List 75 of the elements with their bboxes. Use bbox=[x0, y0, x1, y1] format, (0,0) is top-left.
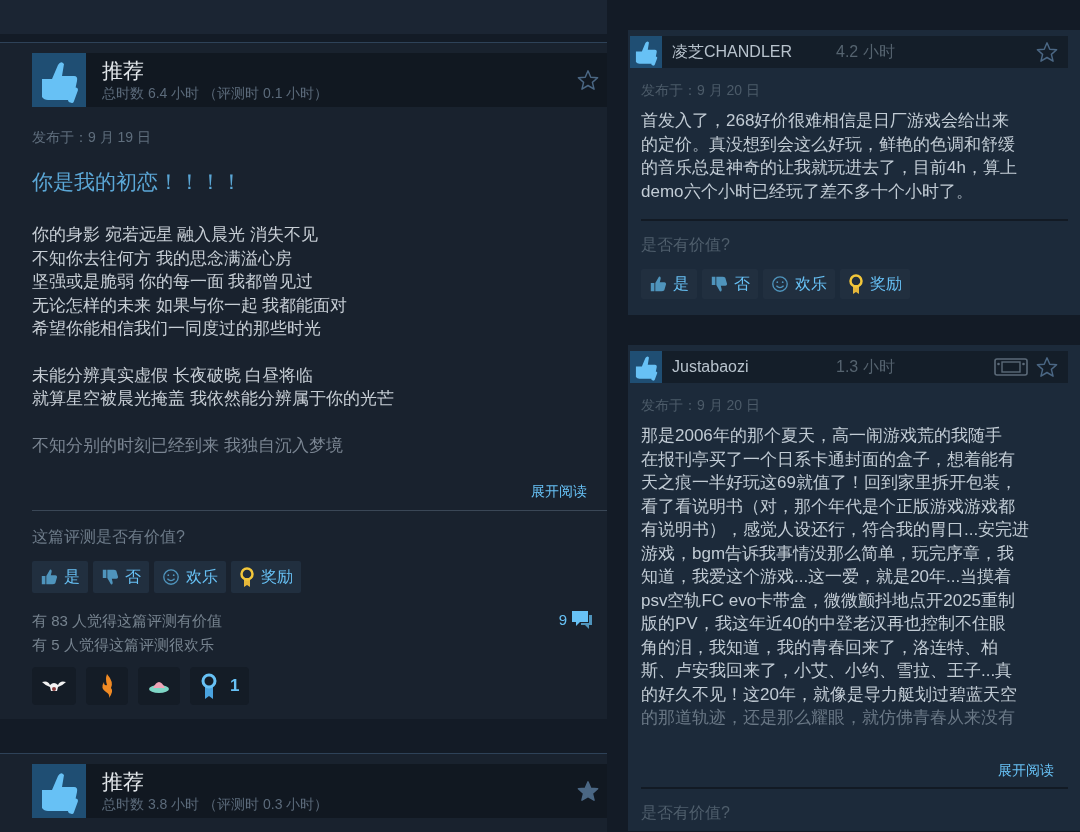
stats-text: 有 83 人觉得这篇评测有价值 bbox=[32, 611, 224, 631]
author-name[interactable]: 凌芝CHANDLER bbox=[672, 40, 836, 64]
vote-button[interactable]: 是 bbox=[641, 269, 697, 299]
vote-button[interactable]: 欢乐 bbox=[763, 269, 835, 299]
smiley-icon bbox=[771, 275, 789, 293]
review-text: 天之痕一半好玩这69就值了！回到家里拆开包装， bbox=[641, 472, 1018, 494]
playtime-text: 总时数 6.4 小时 （评测时 0.1 小时） bbox=[102, 83, 330, 102]
review-text: 在报刊亭买了一个日系卡通封面的盒子，想着能有 bbox=[641, 448, 1016, 471]
thumbs-up-icon bbox=[630, 351, 662, 383]
vote-button[interactable]: 奖励 bbox=[840, 269, 910, 299]
vote-button[interactable]: 否 bbox=[93, 561, 149, 593]
thumbs-up-icon bbox=[32, 764, 86, 818]
review-text: 那是2006年的那个夏天，高一闹游戏荒的我随手 bbox=[641, 425, 1003, 447]
star-icon[interactable] bbox=[1036, 356, 1058, 378]
thumbs-up-icon bbox=[630, 36, 662, 68]
award-button[interactable] bbox=[138, 667, 180, 705]
review-text: 的定价。真没想到会这么好玩，鲜艳的色调和舒缓 bbox=[641, 133, 1016, 156]
stats-text: 有 5 人觉得这篇评测很欢乐 bbox=[32, 635, 215, 655]
read-more-link[interactable]: 展开阅读 bbox=[531, 481, 587, 502]
award-button[interactable] bbox=[32, 667, 76, 705]
review-text: 你的身影 宛若远星 融入晨光 消失不见 bbox=[32, 224, 320, 246]
review-text: 未能分辨真实虚假 长夜破晓 白昼将临 bbox=[32, 364, 315, 387]
review-text: 斯、卢安我回来了，小艾、小约、雪拉、王子...真 bbox=[641, 660, 1014, 682]
vote-button[interactable]: 奖励 bbox=[231, 561, 301, 593]
review-text: 角的泪，我知道，我的青春回来了，洛连特、柏 bbox=[641, 636, 999, 659]
playtime-text: 4.2 小时 bbox=[836, 42, 896, 62]
vote-button[interactable]: 是 bbox=[32, 561, 88, 593]
comments-button[interactable]: 9 bbox=[558, 609, 593, 632]
verdict-title: 推荐 bbox=[102, 769, 145, 795]
winged-face-icon bbox=[42, 678, 66, 694]
review-text: 有说明书），感觉人设还行，符合我的胃口...安完进 bbox=[641, 519, 1031, 541]
verdict-title: 推荐 bbox=[102, 57, 145, 84]
star-icon[interactable] bbox=[577, 68, 599, 91]
star-icon[interactable] bbox=[1036, 41, 1058, 63]
review-text: 版的PV，我这年近40的中登老汉再也控制不住眼 bbox=[641, 613, 1007, 635]
vote-button[interactable]: 欢乐 bbox=[154, 561, 226, 593]
award-button[interactable]: 1 bbox=[190, 667, 250, 705]
review-text: 希望你能相信我们一同度过的那些时光 bbox=[32, 318, 322, 340]
review-text: 不知分别的时刻已经到来 我独自沉入梦境 bbox=[32, 434, 344, 457]
review-text: 的那道轨迹，还是那么耀眼，就仿佛青春从来没有 bbox=[641, 707, 1016, 729]
thumbs-up-icon bbox=[32, 52, 86, 107]
review-text: demo六个小时已经玩了差不多十个小时了。 bbox=[641, 180, 974, 203]
medal-icon bbox=[239, 567, 255, 587]
review-text: 不知你去往何方 我的思念满溢心房 bbox=[32, 247, 293, 270]
flame-icon bbox=[100, 674, 114, 698]
vote-button[interactable]: 否 bbox=[702, 269, 758, 299]
medal-icon bbox=[848, 274, 864, 294]
review-text: 的音乐总是神奇的让我就玩进去了，目前4h，算上 bbox=[641, 157, 1018, 179]
review-text: 无论怎样的未来 如果与你一起 我都能面对 bbox=[32, 294, 349, 317]
award-count: 1 bbox=[230, 675, 240, 698]
review-text: psv空轨FC evo卡带盒，微微颤抖地点开2025重制 bbox=[641, 589, 1017, 612]
thumbs-up-icon bbox=[40, 568, 58, 586]
author-name[interactable]: Justabaozi bbox=[672, 355, 836, 379]
playtime-text: 1.3 小时 bbox=[836, 357, 896, 377]
star-icon[interactable] bbox=[577, 780, 599, 802]
review-title: 你是我的初恋！！！！ bbox=[32, 168, 243, 195]
thumbs-down-icon bbox=[101, 568, 119, 586]
handheld-console-icon bbox=[994, 358, 1028, 376]
review-text: 游戏，bgm告诉我事情没那么简单，玩完序章，我 bbox=[641, 542, 1016, 565]
review-text: 知道，我爱这个游戏...这一爱，就是20年...当摸着 bbox=[641, 566, 1013, 588]
review-text: 的好久不见！这20年，就像是导力艇划过碧蓝天空 bbox=[641, 683, 1018, 706]
award-button[interactable] bbox=[86, 667, 128, 705]
helpful-prompt: 这篇评测是否有价值? bbox=[32, 527, 186, 547]
review-text: 坚强或是脆弱 你的每一面 我都曾见过 bbox=[32, 271, 315, 293]
playtime-text: 总时数 3.8 小时 （评测时 0.3 小时） bbox=[102, 795, 330, 813]
ribbon-award-icon bbox=[200, 673, 218, 699]
thumbs-up-icon bbox=[649, 275, 667, 293]
dome-icon bbox=[148, 679, 170, 693]
review-text: 就算星空被晨光掩盖 我依然能分辨属于你的光芒 bbox=[32, 388, 395, 410]
review-text: 首发入了，268好价很难相信是日厂游戏会给出来 bbox=[641, 110, 1011, 132]
smiley-icon bbox=[162, 568, 180, 586]
posted-date: 发布于：9 月 19 日 bbox=[32, 127, 153, 147]
review-text: 看了看说明书（对，那个年代是个正版游戏游戏都 bbox=[641, 495, 1016, 518]
read-more-link[interactable]: 展开阅读 bbox=[998, 759, 1054, 781]
thumbs-down-icon bbox=[710, 275, 728, 293]
